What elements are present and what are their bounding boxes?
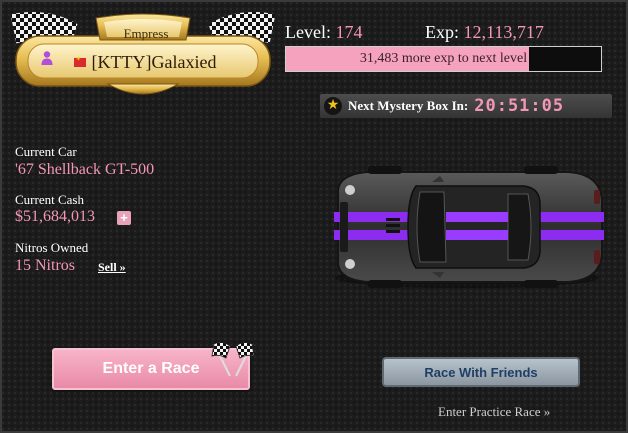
current-cash-label: Current Cash (15, 192, 84, 207)
mystery-box-countdown: 20:51:05 (474, 96, 565, 116)
player-title: Empress (123, 26, 169, 41)
checkered-flags-icon (211, 342, 255, 377)
enter-practice-race-link[interactable]: Enter Practice Race » (438, 404, 550, 420)
exp-label: Exp: (425, 22, 459, 42)
player-nameplate: Empress [KTTY]Galaxied (8, 6, 278, 98)
mystery-box-timer: ★ Next Mystery Box In: 20:51:05 (320, 94, 612, 118)
sell-nitros-link[interactable]: Sell » (98, 260, 126, 275)
level-value: 174 (335, 22, 363, 42)
level-display: Level: 174 (285, 22, 362, 43)
nitros-owned-label: Nitros Owned (15, 240, 89, 255)
exp-progress-text: 31,483 more exp to next level (359, 51, 528, 66)
current-car-label: Current Car (15, 144, 77, 159)
mystery-box-label: Next Mystery Box In: (348, 98, 469, 113)
player-name: [KTTY]Galaxied (91, 51, 217, 72)
exp-display: Exp: 12,113,717 (425, 22, 544, 43)
nitros-owned-value: 15 Nitros (15, 257, 75, 274)
add-cash-button[interactable]: + (117, 211, 131, 225)
member-icon (41, 51, 53, 65)
current-car-value: '67 Shellback GT-500 (15, 161, 155, 178)
car-image (334, 166, 604, 288)
player-name-row: [KTTY]Galaxied (40, 50, 250, 74)
current-cash-value: $51,684,013 (15, 208, 95, 225)
exp-progress-bar: 31,483 more exp to next level (285, 46, 602, 72)
exp-value: 12,113,717 (463, 22, 544, 42)
race-with-friends-button[interactable]: Race With Friends (382, 357, 580, 387)
star-icon: ★ (324, 97, 342, 115)
level-label: Level: (285, 22, 331, 42)
hong-kong-flag-icon (73, 55, 86, 67)
